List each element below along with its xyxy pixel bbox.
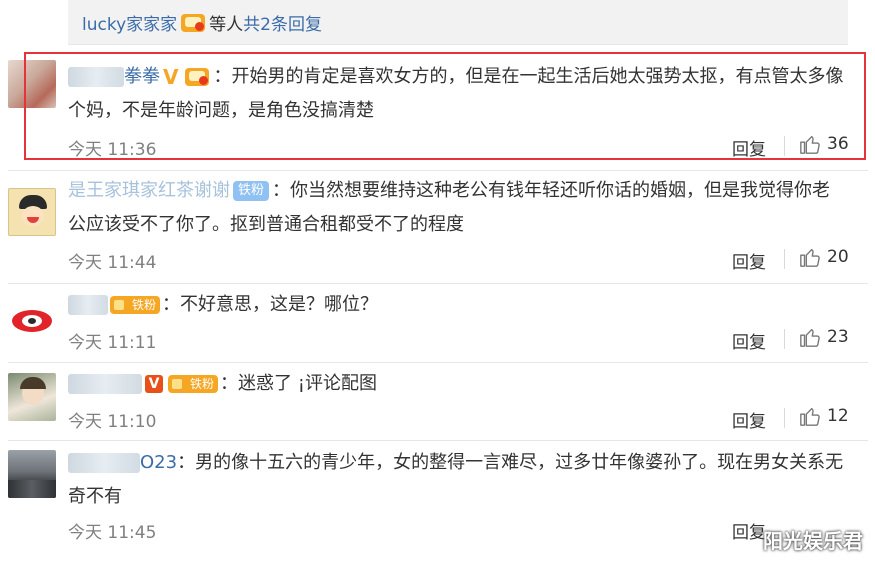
view-replies-link[interactable]: 共2条回复: [243, 10, 322, 35]
comment-line: 铁粉 ：不好意思，这是？哪位？: [68, 288, 848, 322]
fan-badge: 铁粉: [168, 375, 219, 393]
comment-time: 今天 11:10: [68, 412, 157, 432]
fan-crown-icon: [181, 13, 206, 32]
username-blurred[interactable]: [68, 295, 108, 315]
comment-text: ：不好意思，这是？哪位？: [162, 294, 379, 315]
comment-line: O23 ：男的像十五六的青少年，女的整得一言难尽，过多廿年像婆孙了。现在男女关系…: [68, 446, 848, 480]
comment-text-cont: 奇不有: [68, 486, 122, 507]
comment-text: ：男的像十五六的青少年，女的整得一言难尽，过多廿年像婆孙了。现在男女关系无: [177, 452, 844, 473]
reply-button[interactable]: 回复: [732, 407, 766, 432]
action-separator: [784, 329, 785, 349]
fan-badge-label: 铁粉: [128, 296, 161, 314]
divider: [8, 440, 868, 441]
reply-summary-text: 等人: [209, 15, 244, 35]
comment-line: V 铁粉 ：迷惑了 ¡评论配图: [68, 367, 848, 401]
username-link[interactable]: O23: [140, 446, 177, 480]
comment-text: ：迷惑了 ¡评论配图: [220, 373, 377, 394]
reply-button[interactable]: 回复: [732, 328, 766, 353]
fan-crown-icon: [110, 296, 128, 314]
comment-time: 今天 11:44: [68, 253, 157, 273]
fan-badge: 铁粉: [110, 296, 161, 314]
avatar[interactable]: [8, 294, 56, 342]
action-separator: [784, 249, 785, 269]
comment-time: 今天 11:45: [68, 523, 157, 543]
divider: [8, 362, 868, 363]
reply-button[interactable]: 回复: [732, 248, 766, 273]
avatar[interactable]: [8, 373, 56, 421]
action-separator: [784, 408, 785, 428]
like-count: 23: [827, 327, 849, 347]
comment-line: 是王家琪家红茶谢谢 铁粉 ：你当然想要维持这种老公有钱年轻还听你话的婚姻，但是我…: [68, 174, 848, 208]
reply-user-link[interactable]: lucky家家家: [82, 10, 177, 35]
thumbs-up-icon: [800, 407, 820, 426]
avatar[interactable]: [8, 450, 56, 498]
thumbs-up-icon: [800, 328, 820, 347]
username-blurred[interactable]: [68, 453, 140, 473]
watermark: 阳光娱乐君: [763, 529, 863, 553]
like-button[interactable]: 12: [799, 405, 849, 427]
fan-badge: 铁粉: [233, 181, 270, 201]
like-button[interactable]: 20: [799, 246, 849, 268]
verified-v-icon: V: [145, 375, 163, 393]
like-button[interactable]: 23: [799, 326, 849, 348]
divider: [8, 170, 868, 171]
reply-button[interactable]: 回复: [732, 518, 766, 543]
avatar[interactable]: [8, 188, 56, 236]
like-count: 20: [827, 247, 849, 267]
thumbs-up-icon: [800, 248, 820, 267]
comment-text-cont: 公应该受不了你了。抠到普通合租都受不了的程度: [68, 214, 464, 235]
reply-summary: lucky家家家 等人 共2条回复: [82, 10, 322, 35]
fan-badge-label: 铁粉: [186, 375, 219, 393]
fan-crown-icon: [168, 375, 186, 393]
comment-time: 今天 11:11: [68, 333, 157, 353]
username-link[interactable]: 是王家琪家红茶谢谢: [68, 174, 230, 208]
divider: [8, 283, 868, 284]
username-blurred[interactable]: [68, 374, 142, 394]
reply-summary-bar: lucky家家家 等人 共2条回复: [68, 0, 848, 45]
comment-text: ：你当然想要维持这种老公有钱年轻还听你话的婚姻，但是我觉得你老: [272, 180, 831, 201]
like-count: 12: [827, 406, 849, 426]
highlight-box: [24, 52, 866, 160]
